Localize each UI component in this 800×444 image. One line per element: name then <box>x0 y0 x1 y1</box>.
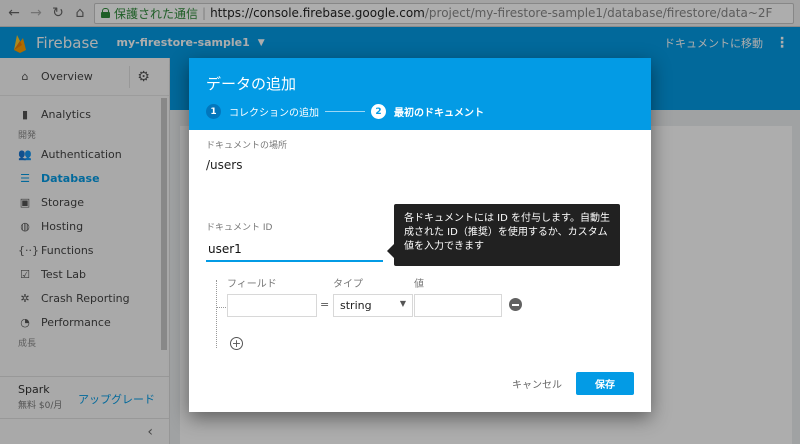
path-label: ドキュメントの場所 <box>206 141 288 151</box>
step-2-number: 2 <box>371 104 386 119</box>
add-data-dialog: データの追加 1 コレクションの追加 2 最初のドキュメント ドキュメントの場所… <box>189 58 651 412</box>
type-column-label: タイプ <box>333 279 363 290</box>
step-connector <box>325 111 365 112</box>
type-selected-value: string <box>340 299 372 312</box>
tree-branch <box>216 307 226 308</box>
path-value: /users <box>206 158 243 172</box>
save-button[interactable]: 保存 <box>576 372 634 395</box>
add-field-icon[interactable]: + <box>230 337 243 350</box>
field-name-input[interactable] <box>227 294 317 317</box>
equals-sign: = <box>320 298 330 311</box>
step-1-number: 1 <box>206 104 221 119</box>
stepper: 1 コレクションの追加 2 最初のドキュメント <box>206 104 634 119</box>
type-select[interactable]: string ▼ <box>333 294 413 317</box>
step-1-label: コレクションの追加 <box>229 108 319 119</box>
field-value-input[interactable] <box>414 294 502 317</box>
docid-tooltip: 各ドキュメントには ID を付与します。自動生成された ID（推奨）を使用するか… <box>387 204 620 266</box>
remove-field-icon[interactable] <box>509 298 522 311</box>
dialog-title: データの追加 <box>206 75 297 93</box>
docid-label: ドキュメント ID <box>206 223 273 233</box>
cancel-button[interactable]: キャンセル <box>512 376 562 391</box>
step-2-label: 最初のドキュメント <box>394 108 484 119</box>
tree-line <box>216 280 217 348</box>
value-column-label: 値 <box>414 279 424 290</box>
chevron-down-icon: ▼ <box>399 299 406 308</box>
dialog-header: データの追加 1 コレクションの追加 2 最初のドキュメント <box>189 58 651 130</box>
field-column-label: フィールド <box>227 279 277 290</box>
document-id-input[interactable] <box>206 238 383 262</box>
